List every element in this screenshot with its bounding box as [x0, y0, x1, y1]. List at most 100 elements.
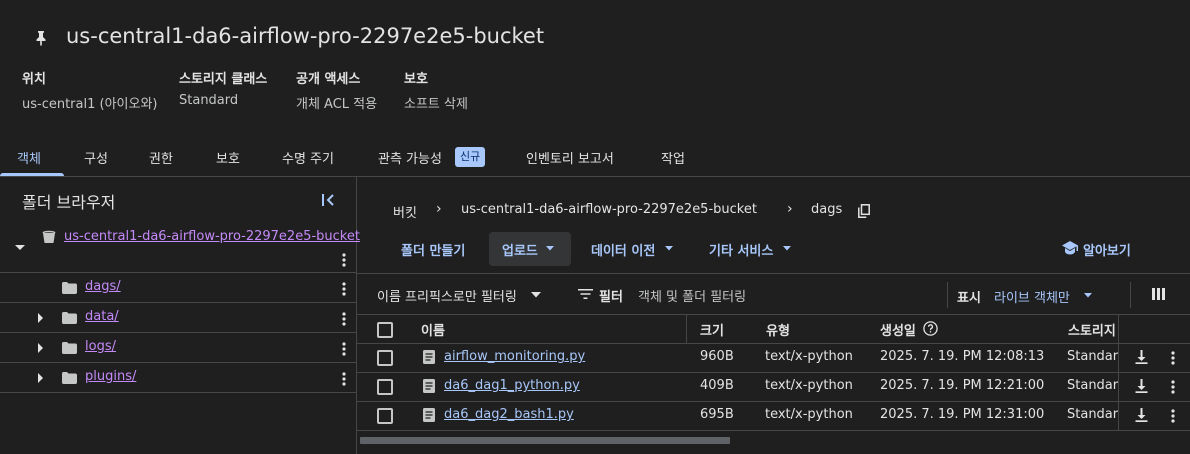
tree-folder-data[interactable]: data/ [85, 309, 119, 324]
tree-row-data[interactable] [0, 303, 356, 333]
file-name-link[interactable]: airflow_monitoring.py [444, 349, 585, 364]
divider [357, 430, 1190, 431]
show-dropdown-icon [1084, 293, 1092, 298]
file-created: 2025. 7. 19. PM 12:08:13 [880, 349, 1045, 364]
row-more-icon[interactable] [1171, 351, 1175, 365]
show-live-objects-dropdown[interactable]: 라이브 객체만 [994, 287, 1070, 306]
folder-icon [62, 282, 77, 294]
divider [1130, 282, 1131, 308]
upload-label: 업로드 [502, 244, 538, 259]
divider [1118, 430, 1190, 431]
tab-permissions[interactable]: 권한 [149, 148, 173, 167]
divider [357, 273, 1190, 274]
filter-input[interactable]: 객체 및 폴더 필터링 [638, 286, 746, 305]
folder-icon [62, 342, 77, 354]
tree-folder-logs[interactable]: logs/ [85, 339, 116, 354]
divider [1118, 372, 1190, 373]
meta-location-value: us-central1 (아이오와) [22, 97, 158, 112]
tree-row-logs[interactable] [0, 333, 356, 363]
meta-location-key: 위치 [22, 72, 46, 87]
file-created: 2025. 7. 19. PM 12:21:00 [880, 378, 1045, 393]
row-checkbox[interactable] [377, 408, 393, 424]
breadcrumb-chevron-icon: › [436, 201, 442, 217]
file-size: 409B [700, 378, 734, 393]
plugins-more-icon[interactable] [342, 372, 346, 386]
tabs-divider [0, 176, 1190, 177]
pin-icon[interactable] [34, 30, 48, 46]
show-label: 표시 [957, 291, 981, 306]
download-icon[interactable] [1135, 408, 1148, 422]
filter-icon [578, 289, 593, 299]
learn-button[interactable]: 알아보기 [1083, 240, 1131, 259]
logs-more-icon[interactable] [342, 342, 346, 356]
breadcrumb-buckets[interactable]: 버킷 [393, 202, 417, 221]
file-size: 960B [700, 349, 734, 364]
download-icon[interactable] [1135, 350, 1148, 364]
transfer-dropdown-icon [665, 246, 673, 251]
root-more-icon[interactable] [342, 253, 346, 267]
file-type: text/x-python [765, 407, 853, 422]
row-checkbox[interactable] [377, 350, 393, 366]
row-checkbox[interactable] [377, 379, 393, 395]
tab-configuration[interactable]: 구성 [84, 148, 108, 167]
tree-row-plugins[interactable] [0, 363, 356, 393]
data-more-icon[interactable] [342, 312, 346, 326]
file-icon [423, 379, 435, 393]
meta-public-access-value: 개체 ACL 적용 [296, 97, 378, 112]
dags-more-icon[interactable] [342, 282, 346, 296]
tab-protection[interactable]: 보호 [216, 148, 240, 167]
file-created: 2025. 7. 19. PM 12:31:00 [880, 407, 1045, 422]
column-header-created[interactable]: 생성일 [880, 320, 916, 339]
scrollbar-thumb[interactable] [360, 437, 730, 444]
folder-icon [62, 372, 77, 384]
folder-icon [62, 312, 77, 324]
select-all-checkbox[interactable] [377, 322, 393, 338]
column-header-name[interactable]: 이름 [421, 320, 445, 339]
transfer-data-button[interactable]: 데이터 이전 [591, 240, 655, 259]
tree-folder-plugins[interactable]: plugins/ [85, 369, 136, 384]
expand-plugins-icon[interactable] [37, 372, 44, 384]
create-folder-button[interactable]: 폴더 만들기 [401, 240, 465, 259]
divider [357, 343, 1190, 344]
prefix-dropdown-icon [531, 292, 541, 298]
expand-logs-icon[interactable] [37, 342, 44, 354]
meta-public-access-key: 공개 액세스 [296, 72, 361, 87]
breadcrumb-bucket[interactable]: us-central1-da6-airflow-pro-2297e2e5-buc… [461, 202, 757, 217]
tab-operations[interactable]: 작업 [661, 148, 685, 167]
file-size: 695B [700, 407, 734, 422]
meta-storage-class-key: 스토리지 클래스 [179, 72, 268, 87]
file-name-link[interactable]: da6_dag2_bash1.py [444, 407, 574, 422]
new-badge: 신규 [455, 147, 486, 167]
tree-folder-dags[interactable]: dags/ [85, 279, 121, 294]
tree-root-bucket[interactable]: us-central1-da6-airflow-pro-2297e2e5-buc… [64, 229, 360, 244]
file-type: text/x-python [765, 378, 853, 393]
tab-lifecycle[interactable]: 수명 주기 [282, 148, 334, 167]
prefix-filter-dropdown[interactable]: 이름 프리픽스로만 필터링 [377, 286, 517, 305]
other-services-button[interactable]: 기타 서비스 [709, 240, 773, 259]
expand-data-icon[interactable] [37, 312, 44, 324]
tab-inventory-reports[interactable]: 인벤토리 보고서 [526, 148, 614, 167]
divider [357, 314, 1190, 315]
file-name-link[interactable]: da6_dag1_python.py [444, 378, 580, 393]
column-header-storage[interactable]: 스토리지 [1068, 320, 1116, 339]
file-icon [423, 408, 435, 422]
divider [1118, 343, 1190, 344]
help-icon[interactable] [923, 321, 938, 336]
row-more-icon[interactable] [1171, 409, 1175, 423]
breadcrumb-chevron-icon: › [787, 201, 793, 217]
column-display-icon[interactable] [1152, 288, 1165, 300]
column-header-size[interactable]: 크기 [700, 320, 724, 339]
tree-row-dags[interactable] [0, 273, 356, 303]
tab-objects[interactable]: 객체 [17, 148, 41, 167]
download-icon[interactable] [1135, 379, 1148, 393]
root-expand-icon[interactable] [14, 244, 26, 252]
bucket-icon [42, 230, 56, 244]
tab-observability[interactable]: 관측 가능성 [378, 148, 442, 167]
upload-dropdown-icon [546, 246, 554, 251]
collapse-panel-icon[interactable] [320, 192, 336, 208]
folder-browser-title: 폴더 브라우저 [22, 193, 116, 212]
copy-icon[interactable] [858, 204, 870, 218]
breadcrumb-current: dags [811, 202, 843, 217]
column-header-type[interactable]: 유형 [766, 320, 790, 339]
row-more-icon[interactable] [1171, 380, 1175, 394]
